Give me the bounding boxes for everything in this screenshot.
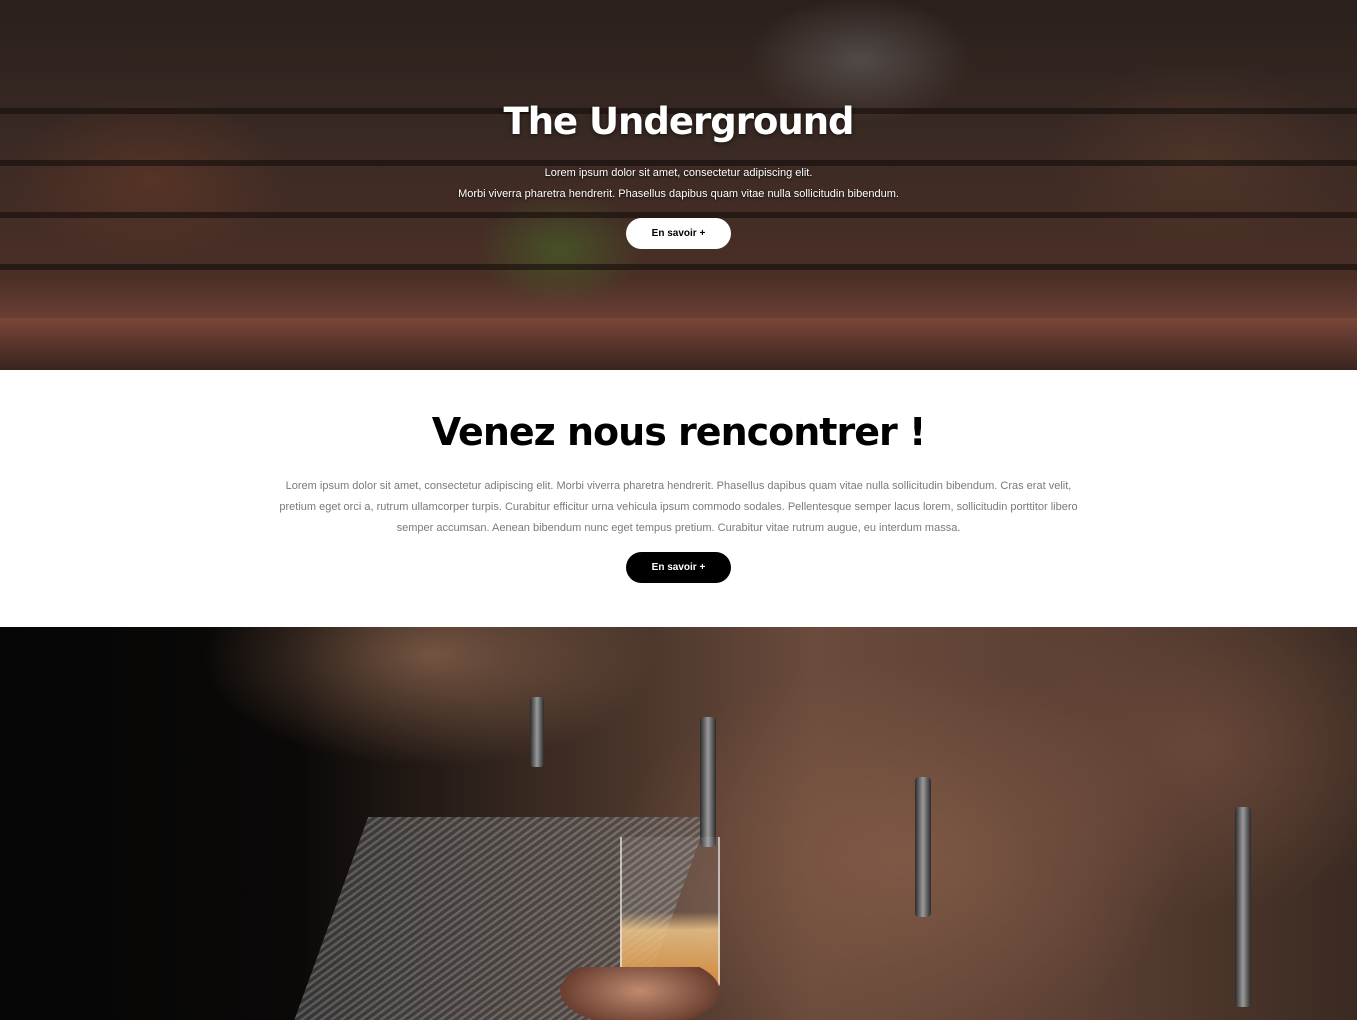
hero-content: The Underground Lorem ipsum dolor sit am… bbox=[0, 100, 1357, 249]
hand bbox=[560, 967, 720, 1020]
bartender-arm bbox=[200, 627, 660, 767]
hero-subtitle-line-2: Morbi viverra pharetra hendrerit. Phasel… bbox=[458, 188, 899, 200]
beer-tap bbox=[700, 717, 716, 847]
meet-us-section: Venez nous rencontrer ! Lorem ipsum dolo… bbox=[0, 370, 1357, 627]
meet-us-title: Venez nous rencontrer ! bbox=[431, 410, 927, 454]
meet-us-learn-more-button[interactable]: En savoir + bbox=[626, 552, 731, 583]
beer-tap bbox=[1235, 807, 1251, 1007]
hero-background-counter bbox=[0, 318, 1357, 370]
beer-tap bbox=[530, 697, 544, 767]
meet-us-text: Lorem ipsum dolor sit amet, consectetur … bbox=[279, 480, 1078, 534]
hero-subtitle-line-1: Lorem ipsum dolor sit amet, consectetur … bbox=[544, 167, 813, 179]
hero-learn-more-button[interactable]: En savoir + bbox=[626, 218, 731, 249]
hero-title: The Underground bbox=[503, 100, 854, 143]
hero-section: The Underground Lorem ipsum dolor sit am… bbox=[0, 0, 1357, 370]
hero-background-shelf bbox=[0, 264, 1357, 270]
beer-tap bbox=[915, 777, 931, 917]
beer-tap-image bbox=[0, 627, 1357, 1020]
